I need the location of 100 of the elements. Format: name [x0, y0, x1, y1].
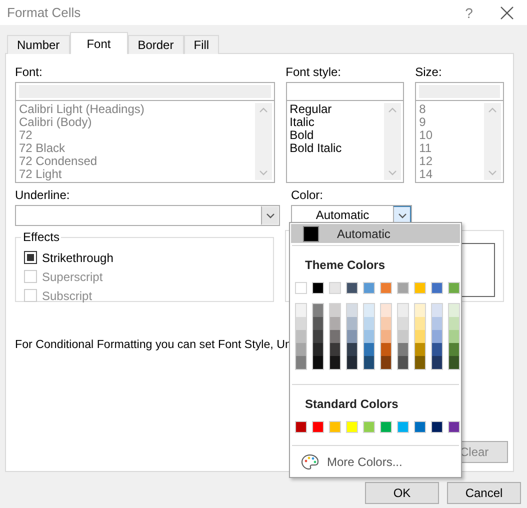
color-swatch[interactable]	[415, 330, 425, 343]
color-swatch[interactable]	[432, 304, 442, 317]
color-swatch[interactable]	[415, 304, 425, 317]
color-swatch[interactable]	[347, 330, 357, 343]
color-swatch[interactable]	[398, 330, 408, 343]
color-swatch[interactable]	[364, 356, 374, 369]
window-title: Format Cells	[7, 5, 82, 20]
color-swatch[interactable]	[398, 356, 408, 369]
color-swatch[interactable]	[364, 304, 374, 317]
field-label: Underline:	[15, 188, 71, 202]
color-swatch[interactable]	[295, 282, 307, 294]
color-swatch[interactable]	[313, 317, 323, 330]
color-swatch[interactable]	[397, 421, 409, 433]
list-item[interactable]: Regular	[290, 103, 380, 116]
tab[interactable]: Font	[70, 32, 128, 54]
field-label: Font:	[15, 65, 44, 79]
color-swatch[interactable]	[448, 421, 460, 433]
tab[interactable]: Fill	[184, 35, 220, 54]
color-swatch[interactable]	[397, 282, 409, 294]
list-item[interactable]: Italic	[290, 116, 380, 129]
color-swatch[interactable]	[312, 421, 324, 433]
color-swatch[interactable]	[329, 421, 341, 433]
tab[interactable]: Number	[7, 35, 70, 54]
dialog-button[interactable]: Cancel	[447, 482, 521, 504]
caret-icon	[266, 212, 274, 218]
automatic-option[interactable]: Automatic	[291, 224, 460, 243]
color-swatch[interactable]	[398, 317, 408, 330]
scrollbar[interactable]	[384, 103, 402, 180]
color-swatch[interactable]	[398, 304, 408, 317]
color-swatch[interactable]	[414, 421, 426, 433]
color-swatch[interactable]	[398, 343, 408, 356]
color-swatch[interactable]	[449, 356, 459, 369]
color-swatch[interactable]	[330, 356, 340, 369]
list-item[interactable]: Bold	[290, 129, 380, 142]
list-item[interactable]: Bold Italic	[290, 142, 380, 155]
color-swatch[interactable]	[296, 330, 306, 343]
color-swatch[interactable]	[330, 317, 340, 330]
color-swatch[interactable]	[415, 317, 425, 330]
color-swatch[interactable]	[364, 330, 374, 343]
color-swatch[interactable]	[432, 317, 442, 330]
color-swatch[interactable]	[347, 356, 357, 369]
color-swatch[interactable]	[381, 356, 391, 369]
color-swatch[interactable]	[364, 343, 374, 356]
color-swatch[interactable]	[381, 304, 391, 317]
color-swatch[interactable]	[346, 421, 358, 433]
color-swatch[interactable]	[380, 282, 392, 294]
color-swatch[interactable]	[449, 343, 459, 356]
color-swatch[interactable]	[381, 317, 391, 330]
checkbox[interactable]	[24, 251, 37, 264]
section-heading: Theme Colors	[304, 257, 386, 272]
color-swatch[interactable]	[381, 343, 391, 356]
color-swatch[interactable]	[432, 343, 442, 356]
tab[interactable]: Border	[128, 35, 184, 54]
chevron-up-icon	[488, 107, 497, 113]
color-swatch[interactable]	[330, 343, 340, 356]
color-swatch[interactable]	[347, 343, 357, 356]
color-swatch[interactable]	[329, 282, 341, 294]
color-swatch[interactable]	[414, 282, 426, 294]
color-swatch[interactable]	[296, 317, 306, 330]
field-label: Font style:	[286, 65, 342, 79]
color-swatch[interactable]	[415, 356, 425, 369]
color-swatch[interactable]	[330, 304, 340, 317]
color-swatch[interactable]	[431, 282, 443, 294]
color-swatch[interactable]	[313, 304, 323, 317]
color-swatch[interactable]	[449, 330, 459, 343]
color-swatch[interactable]	[364, 317, 374, 330]
chevron-down-icon	[388, 170, 398, 176]
field-label: Color:	[291, 188, 324, 202]
color-swatch[interactable]	[363, 421, 375, 433]
color-swatch[interactable]	[313, 343, 323, 356]
color-swatch[interactable]	[380, 421, 392, 433]
color-swatch[interactable]	[313, 330, 323, 343]
color-swatch[interactable]	[346, 282, 358, 294]
color-swatch[interactable]	[330, 330, 340, 343]
color-swatch[interactable]	[449, 304, 459, 317]
color-swatch[interactable]	[313, 356, 323, 369]
color-swatch[interactable]	[347, 304, 357, 317]
color-swatch[interactable]	[296, 304, 306, 317]
caret-icon	[398, 212, 406, 218]
color-swatch[interactable]	[431, 421, 443, 433]
color-swatch[interactable]	[449, 317, 459, 330]
color-swatch[interactable]	[363, 282, 375, 294]
scrollbar[interactable]	[484, 103, 501, 180]
text-field[interactable]	[286, 82, 404, 101]
color-swatch[interactable]	[448, 282, 460, 294]
color-swatch[interactable]	[432, 356, 442, 369]
color-swatch[interactable]	[381, 330, 391, 343]
color-swatch[interactable]	[347, 317, 357, 330]
color-swatch[interactable]	[296, 356, 306, 369]
color-swatch[interactable]	[312, 282, 324, 294]
chevron-down-icon	[488, 170, 497, 176]
chevron-down-icon	[258, 170, 268, 176]
field-label: Size:	[415, 65, 443, 79]
scrollbar[interactable]	[254, 103, 272, 180]
color-swatch[interactable]	[415, 343, 425, 356]
help-button[interactable]: ?	[451, 4, 487, 20]
color-swatch[interactable]	[432, 330, 442, 343]
dialog-button[interactable]: OK	[365, 482, 439, 504]
color-swatch[interactable]	[295, 421, 307, 433]
color-swatch[interactable]	[296, 343, 306, 356]
